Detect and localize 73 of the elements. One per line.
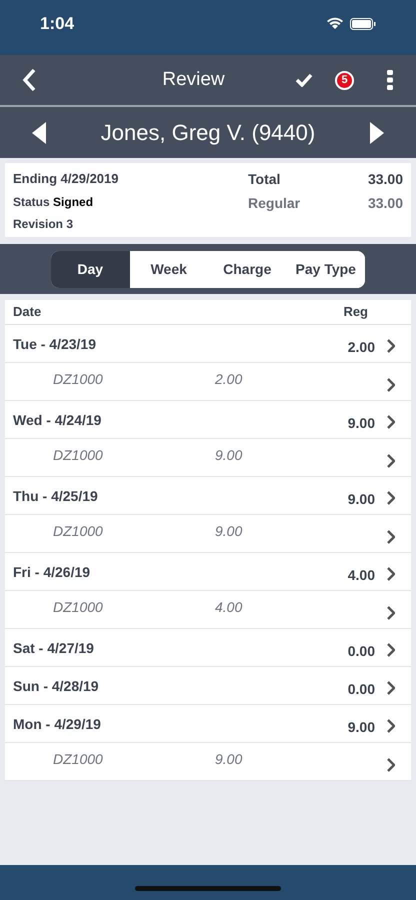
status-text: Status Signed (13, 194, 94, 210)
total-value: 33.00 (368, 194, 403, 213)
triangle-right-icon (370, 122, 384, 144)
checkmark-icon (295, 73, 313, 87)
charge-code: DZ1000 (53, 598, 104, 617)
hours-cell-text: 9.00 (348, 490, 375, 509)
chevron-right-icon (386, 719, 395, 733)
day-row[interactable]: Sat - 4/27/19 0.00 (5, 629, 411, 667)
hours-cell-text: 9.00 (348, 414, 375, 433)
tab[interactable]: Day (51, 250, 130, 288)
charge-hours: 2.00 (215, 370, 244, 389)
chevron-right-icon (386, 378, 395, 392)
charge-code: DZ1000 (53, 446, 104, 465)
column-header: Reg (343, 303, 368, 322)
day-row[interactable]: Fri - 4/26/19 4.00 (5, 553, 411, 591)
screen-title: Review (161, 68, 226, 92)
charge-code: DZ1000 (53, 522, 104, 541)
hours-cell-text: 2.00 (348, 338, 375, 357)
employee-name: Jones, Greg V. (9440) (100, 119, 316, 147)
chevron-right-icon (386, 454, 395, 468)
charge-row[interactable]: DZ1000 9.00 (5, 439, 411, 477)
charge-row[interactable]: DZ1000 9.00 (5, 743, 411, 781)
charge-code: DZ1000 (53, 370, 104, 389)
total-value: 33.00 (368, 170, 403, 189)
chevron-right-icon (386, 758, 395, 772)
chevron-right-icon (386, 339, 395, 353)
next-button[interactable] (370, 122, 384, 144)
date-cell-text: Sat - 4/27/19 (13, 639, 95, 658)
revision-text: Revision 3 (13, 216, 74, 232)
chevron-right-icon (386, 567, 395, 581)
date-cell-text: Thu - 4/25/19 (13, 487, 99, 506)
charge-code: DZ1000 (53, 750, 104, 769)
charge-hours: 9.00 (215, 750, 244, 769)
clock-time: 1:04 (40, 12, 74, 35)
hours-cell-text: 0.00 (348, 642, 375, 661)
charge-hours: 4.00 (215, 598, 244, 617)
day-row[interactable]: Thu - 4/25/19 9.00 (5, 477, 411, 515)
chevron-right-icon (386, 606, 395, 620)
chevron-right-icon (386, 415, 395, 429)
more-icon (387, 70, 393, 90)
ending-date: Ending 4/29/2019 (13, 170, 120, 188)
day-row[interactable]: Sun - 4/28/19 0.00 (5, 667, 411, 705)
battery-icon (350, 18, 376, 30)
column-header: Date (13, 303, 42, 322)
chevron-right-icon (386, 491, 395, 505)
day-row[interactable]: Mon - 4/29/19 9.00 (5, 705, 411, 743)
charge-row[interactable]: DZ1000 2.00 (5, 363, 411, 401)
day-row[interactable]: Tue - 4/23/19 2.00 (5, 325, 411, 363)
charge-hours: 9.00 (215, 446, 244, 465)
hours-cell-text: 9.00 (348, 718, 375, 737)
charge-hours: 9.00 (215, 522, 244, 541)
date-cell-text: Mon - 4/29/19 (13, 715, 102, 734)
more-button[interactable] (386, 70, 394, 90)
wifi-icon (326, 17, 344, 30)
date-cell-text: Sun - 4/28/19 (13, 677, 100, 696)
charge-row[interactable]: DZ1000 9.00 (5, 515, 411, 553)
date-cell-text: Fri - 4/26/19 (13, 563, 92, 582)
triangle-left-icon (32, 122, 46, 144)
previous-button[interactable] (32, 122, 46, 144)
hours-cell-text: 4.00 (348, 566, 375, 585)
back-icon (22, 68, 36, 92)
charge-row[interactable]: DZ1000 4.00 (5, 591, 411, 629)
chevron-right-icon (386, 643, 395, 657)
approve-button[interactable] (295, 73, 315, 87)
date-cell-text: Tue - 4/23/19 (13, 335, 98, 354)
hours-cell-text: 0.00 (348, 680, 375, 699)
day-row[interactable]: Wed - 4/24/19 9.00 (5, 401, 411, 439)
notification-badge: 5 (335, 70, 354, 90)
total-label: Regular (248, 194, 300, 213)
chevron-right-icon (386, 681, 395, 695)
total-label: Total (248, 170, 280, 189)
chevron-right-icon (386, 530, 395, 544)
date-cell-text: Wed - 4/24/19 (13, 411, 102, 430)
